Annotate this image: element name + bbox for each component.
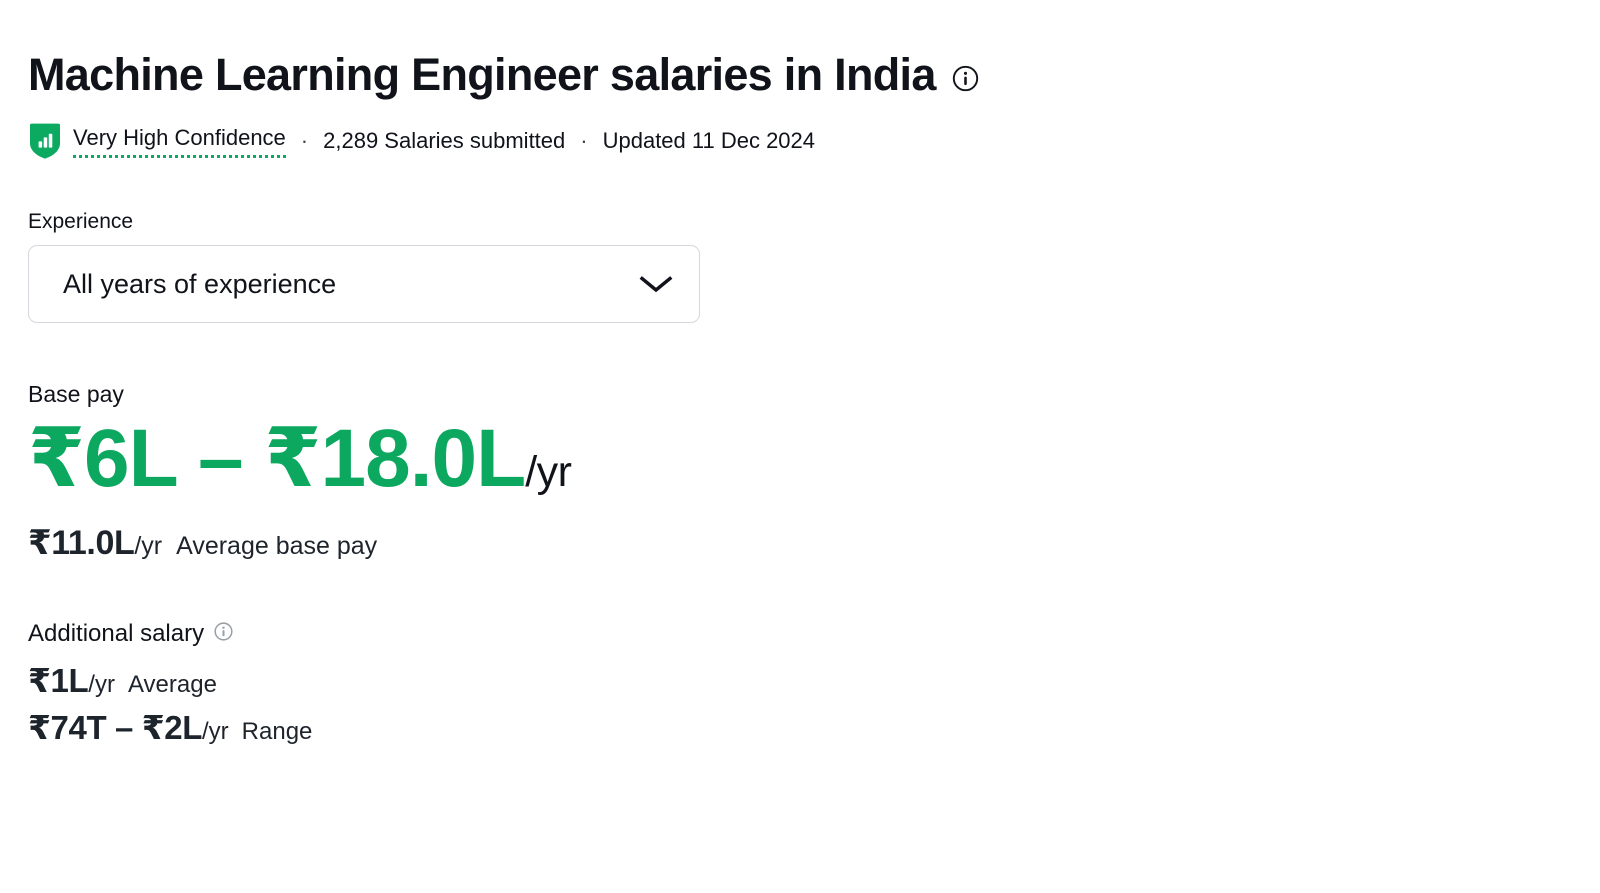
additional-salary-range-amount: ₹74T – ₹2L xyxy=(28,709,202,746)
experience-selected-value: All years of experience xyxy=(63,268,337,299)
base-pay-range-period: /yr xyxy=(525,448,572,496)
base-pay-range-amount: ₹6L – ₹18.0L xyxy=(28,413,526,504)
additional-salary-range: ₹74T – ₹2L/yr Range xyxy=(28,711,1600,744)
additional-salary-range-period: /yr xyxy=(202,718,229,745)
chevron-down-icon xyxy=(639,276,673,293)
experience-field: Experience All years of experience xyxy=(28,210,1600,323)
meta-row: Very High Confidence · 2,289 Salaries su… xyxy=(28,122,1600,160)
additional-salary-range-desc: Range xyxy=(241,718,313,745)
updated-date: Updated 11 Dec 2024 xyxy=(602,128,816,154)
additional-salary-average-amount: ₹1L xyxy=(28,662,89,699)
info-circle-icon[interactable] xyxy=(952,65,979,92)
bar-chart-shield-icon xyxy=(30,123,60,159)
page-title: Machine Learning Engineer salaries in In… xyxy=(28,49,936,101)
additional-salary-average: ₹1L/yr Average xyxy=(28,664,1600,697)
base-pay-average-period: /yr xyxy=(134,532,163,560)
info-circle-icon[interactable] xyxy=(214,622,233,641)
base-pay-average: ₹11.0L/yr Average base pay xyxy=(28,526,1600,560)
salaries-submitted-count: 2,289 Salaries submitted xyxy=(323,128,566,154)
meta-separator-2: · xyxy=(580,128,588,153)
base-pay-average-desc: Average base pay xyxy=(176,532,378,560)
additional-salary-header: Additional salary xyxy=(28,620,1600,648)
base-pay-label: Base pay xyxy=(28,381,124,407)
meta-separator-1: · xyxy=(300,128,309,153)
salary-page: Machine Learning Engineer salaries in In… xyxy=(0,0,1600,893)
additional-salary-average-period: /yr xyxy=(88,671,115,698)
title-row: Machine Learning Engineer salaries in In… xyxy=(28,44,1600,106)
confidence-label[interactable]: Very High Confidence xyxy=(73,124,286,158)
additional-salary-label: Additional salary xyxy=(28,620,205,647)
experience-select[interactable]: All years of experience xyxy=(28,245,700,323)
experience-label: Experience xyxy=(28,210,134,233)
base-pay-section: Base pay ₹6L – ₹18.0L/yr ₹11.0L/yr Averag… xyxy=(28,381,1600,560)
base-pay-average-amount: ₹11.0L xyxy=(28,524,135,562)
base-pay-range: ₹6L – ₹18.0L/yr xyxy=(28,418,1600,500)
additional-salary-section: Additional salary ₹1L/yr Average ₹74T – ₹… xyxy=(28,620,1600,744)
additional-salary-average-desc: Average xyxy=(127,671,217,698)
